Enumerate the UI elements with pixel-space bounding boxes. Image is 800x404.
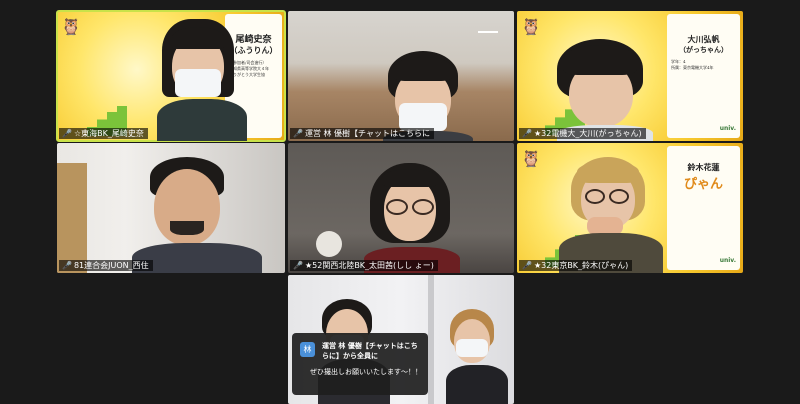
muted-mic-icon: 🎤 xyxy=(62,261,72,270)
card-title: 大川弘帆 xyxy=(687,34,720,44)
participant-avatar xyxy=(559,157,669,273)
chat-notification-popup[interactable]: 林 運営 林 優樹【チャットはこちらに】から全員に ぜひ撮出しお願いいたします〜… xyxy=(292,333,428,395)
video-tile-ozaki[interactable]: 🦉 尾崎史奈 （ふうりん） （参加者/司会進行） 愛知県高等学院大４年 ありがと… xyxy=(56,10,286,142)
profile-card: 大川弘帆 （がっちゃん） 学年：4 所属：東京電機大学4年 univ. xyxy=(667,14,740,138)
participant-avatar xyxy=(557,39,657,141)
muted-mic-icon: 🎤 xyxy=(522,129,532,138)
video-tile-nishizumi[interactable]: 🎤 81連合会JUON_西住 xyxy=(57,143,285,273)
participant-name-label: 🎤 運営 林 優樹【チャットはこちらに xyxy=(290,128,434,139)
muted-mic-icon: 🎤 xyxy=(293,261,303,270)
video-tile-okawa[interactable]: 🦉 大川弘帆 （がっちゃん） 学年：4 所属：東京電機大学4年 univ. 🎤 ★… xyxy=(517,11,743,141)
card-subtitle: ぴゃん xyxy=(683,177,723,192)
card-subtitle: （がっちゃん） xyxy=(679,45,728,54)
chat-message: ぜひ撮出しお願いいたします〜！！ xyxy=(310,368,422,376)
video-tile-suzuki[interactable]: 🦉 鈴木花蓮 ぴゃん univ. 🎤 ★32東京BK_鈴木(ぴゃん) xyxy=(517,143,743,273)
participant-avatar xyxy=(446,309,514,404)
muted-mic-icon: 🎤 xyxy=(522,261,532,270)
sender-avatar: 林 xyxy=(300,342,315,357)
participant-name-label: 🎤 ☆東海BK_尾崎史奈 xyxy=(59,128,148,139)
participant-name-label: 🎤 81連合会JUON_西住 xyxy=(59,260,153,271)
participant-name-label: 🎤 ★32電機大_大川(がっちゃん) xyxy=(519,128,646,139)
participant-avatar xyxy=(132,157,262,273)
muted-mic-icon: 🎤 xyxy=(62,129,72,138)
owl-mascot-icon: 🦉 xyxy=(521,149,541,168)
muted-mic-icon: 🎤 xyxy=(293,129,303,138)
univ-logo: univ. xyxy=(719,257,736,264)
owl-mascot-icon: 🦉 xyxy=(61,17,81,36)
participant-avatar xyxy=(152,19,272,141)
owl-mascot-icon: 🦉 xyxy=(521,17,541,36)
video-tile-hayashi[interactable]: 🎤 運営 林 優樹【チャットはこちらに xyxy=(288,11,514,141)
participant-avatar xyxy=(364,163,470,273)
profile-card: 鈴木花蓮 ぴゃん univ. xyxy=(667,146,740,270)
participant-name-label: 🎤 ★32東京BK_鈴木(ぴゃん) xyxy=(519,260,633,271)
participant-name-label: 🎤 ★52関西北陸BK_太田茜(しし ょー) xyxy=(290,260,438,271)
video-tile-ota[interactable]: 🎤 ★52関西北陸BK_太田茜(しし ょー) xyxy=(288,143,514,273)
card-line: 所属：東京電機大学4年 xyxy=(671,65,714,70)
chat-sender: 運営 林 優樹【チャットはこちらに】から全員に xyxy=(322,342,418,360)
card-title: 鈴木花蓮 xyxy=(687,162,720,172)
univ-logo: univ. xyxy=(719,125,736,132)
